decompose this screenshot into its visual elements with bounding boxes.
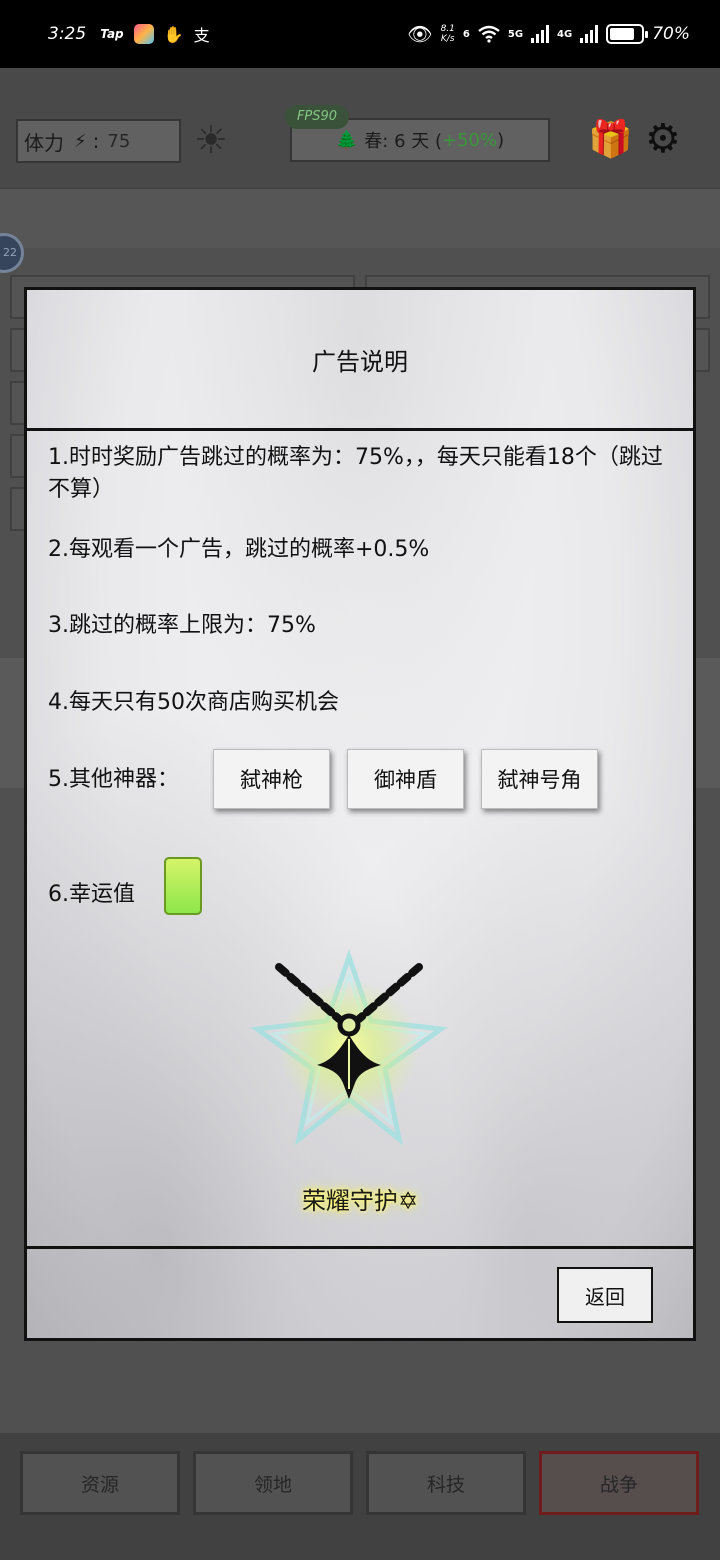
rule-skip-increment: 2.每观看一个广告，跳过的概率+0.5%: [48, 537, 430, 562]
sim2-label: 4G: [557, 28, 573, 40]
rule-skip-probability: 1.时时奖励广告跳过的概率为：75%，，每天只能看18个（跳过不算）: [48, 445, 663, 502]
artifact-horn-button[interactable]: 弑神号角: [481, 749, 598, 809]
battery-level: [610, 28, 634, 40]
dialog-footer: 返回: [27, 1246, 693, 1338]
net-speed: 8.1 K/s: [441, 24, 455, 44]
artifact-shield-button[interactable]: 御神盾: [347, 749, 464, 809]
rule-skip-cap: 3.跳过的概率上限为：75%: [48, 613, 316, 638]
battery-percent: 70%: [652, 24, 690, 44]
honor-text: 荣耀守护: [301, 1187, 398, 1215]
dialog-title: 广告说明: [312, 347, 408, 376]
dialog-body: 1.时时奖励广告跳过的概率为：75%，，每天只能看18个（跳过不算） 2.每观看…: [27, 434, 693, 1246]
artifact-spear-button[interactable]: 弑神枪: [213, 749, 330, 809]
amulet-icon: [239, 939, 459, 1159]
signal-icon: [531, 25, 550, 43]
colorful-app-icon: [133, 24, 154, 44]
net-speed-value: 8.1: [440, 24, 455, 34]
signal-icon-2: [580, 25, 599, 43]
net-speed-unit: K/s: [440, 34, 455, 44]
sim1-label: 5G: [507, 28, 524, 40]
star-of-david-icon: ✡: [397, 1187, 419, 1215]
clock: 3:25: [48, 24, 87, 44]
wifi-icon: [478, 25, 500, 43]
rule-shop-limit: 4.每天只有50次商店购买机会: [48, 690, 339, 715]
luck-indicator: [164, 857, 202, 915]
back-button[interactable]: 返回: [557, 1267, 653, 1323]
hand-icon: ✋: [163, 24, 184, 44]
honor-guard-label: 荣耀守护✡: [27, 1181, 693, 1216]
eye-icon: 👁: [407, 22, 433, 46]
rule-luck: 6.幸运值: [48, 882, 135, 907]
battery-icon: [606, 24, 649, 44]
ad-info-dialog: 广告说明 1.时时奖励广告跳过的概率为：75%，，每天只能看18个（跳过不算） …: [24, 287, 696, 1341]
dialog-header: 广告说明: [27, 290, 693, 431]
tap-app-icon: Tap: [100, 27, 124, 41]
rule-other-artifacts: 5.其他神器：: [48, 767, 179, 792]
amulet-graphic: [250, 949, 448, 1146]
alipay-icon: 支: [193, 26, 210, 45]
status-bar: 3:25 Tap ✋ 支 👁 8.1 K/s 6 5G 4G 70%: [0, 0, 720, 68]
wifi-label: 6: [462, 28, 470, 40]
